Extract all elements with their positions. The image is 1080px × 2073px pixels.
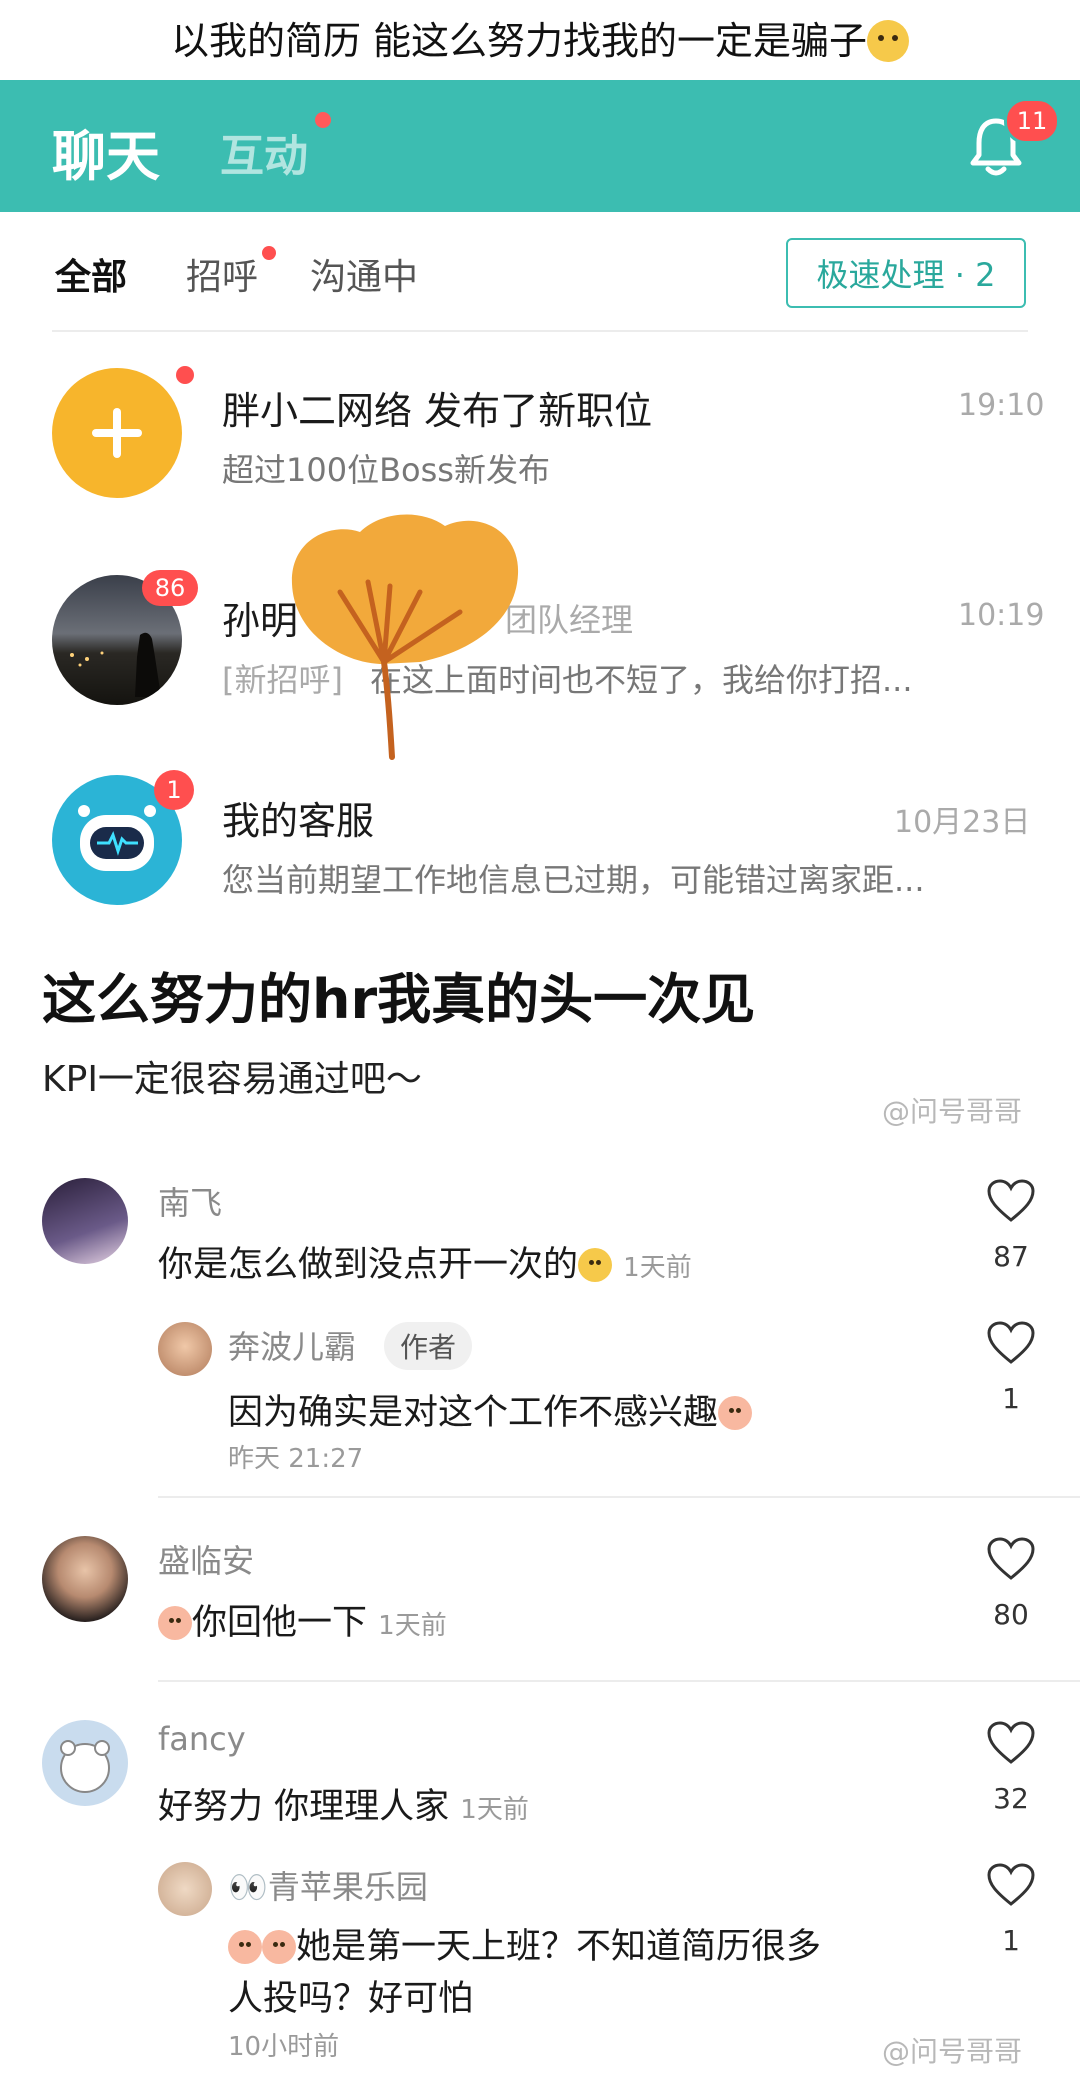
crying-emoji-icon [158,1606,192,1640]
unread-badge: 1 [154,770,194,810]
plus-icon [92,408,142,458]
like-count: 32 [993,1782,1029,1815]
tab-chat[interactable]: 聊天 [52,112,160,191]
comment-author[interactable]: 南飞 [158,1178,222,1224]
tab-interact[interactable]: 互动 [220,120,308,184]
ginkgo-leaf-sticker [291,514,519,760]
divider [52,330,1028,332]
comment-time: 10小时前 [228,2032,340,2062]
comment-text: 你是怎么做到没点开一次的 1天前 [158,1245,692,1285]
avatar[interactable] [42,1178,128,1264]
like-count: 80 [993,1598,1029,1631]
bear-sticker-icon [60,1740,110,1793]
comment-text-line2: 人投吗？好可怕 [228,1979,474,2019]
comment-time: 昨天 21:27 [228,1444,364,1474]
like-count: 87 [993,1240,1029,1273]
interact-notification-dot [315,112,331,128]
comment-text: 因为确实是对这个工作不感兴趣 [228,1384,753,1435]
chat-item[interactable]: 胖小二网络 发布了新职位 超过100位Boss新发布 19:10 [0,350,1080,530]
like-heart-icon[interactable] [986,1862,1036,1908]
bell-badge: 11 [1004,98,1060,144]
chat-time: 10月23日 [894,805,1031,840]
fast-process-button[interactable]: 极速处理 · 2 [786,238,1026,308]
tab-all[interactable]: 全部 [55,248,127,300]
watermark: @问号哥哥 [882,2035,1023,2068]
comment-time: 1天前 [378,1611,447,1641]
chat-subtitle: 超过100位Boss新发布 [222,451,550,489]
crying-emoji-icon [262,1930,296,1964]
unread-badge: 86 [142,570,198,606]
avatar[interactable] [158,1322,212,1376]
comment-author[interactable]: 奔波儿霸 [228,1322,356,1368]
comment-author[interactable]: 👀青苹果乐园 [228,1862,428,1908]
comment-time: 1天前 [460,1795,529,1825]
tab-greeting[interactable]: 招呼 [186,248,258,300]
like-count: 1 [1002,1382,1020,1415]
pear-emoji-icon [578,1248,613,1282]
greeting-dot [262,246,276,260]
avatar [52,368,182,498]
like-heart-icon[interactable] [986,1536,1036,1582]
comment-author[interactable]: fancy [158,1720,246,1758]
app-header: 聊天 互动 11 [0,80,1080,212]
divider [158,1680,1080,1682]
chat-time: 19:10 [958,388,1045,423]
like-heart-icon[interactable] [986,1320,1036,1366]
watermark: @问号哥哥 [882,1095,1023,1128]
divider [158,1496,1080,1498]
post-title: 这么努力的hr我真的头一次见 [42,968,756,1031]
unread-dot [176,366,194,384]
comment-text: 好努力 你理理人家 1天前 [158,1787,529,1827]
post-subtitle: KPI一定很容易通过吧～ [42,1059,422,1100]
avatar[interactable] [42,1720,128,1806]
chat-title: 我的客服 [222,799,375,843]
chat-item[interactable]: 86 孙明 团队经理 [新招呼] 在这上面时间也不短了，我给你打招... 10:… [0,560,1080,740]
like-heart-icon[interactable] [986,1178,1036,1224]
avatar[interactable] [158,1862,212,1916]
crying-emoji-icon [718,1396,753,1430]
post-caption: 以我的简历 能这么努力找我的一定是骗子 [0,10,1080,65]
avatar[interactable] [42,1536,128,1622]
tab-communicating[interactable]: 沟通中 [310,248,418,300]
like-heart-icon[interactable] [986,1720,1036,1766]
comment-text: 她是第一天上班？不知道简历很多 [228,1918,821,1969]
crying-emoji-icon [228,1930,262,1964]
chat-title: 胖小二网络 发布了新职位 [222,389,653,433]
author-tag: 作者 [384,1322,473,1370]
comment-time: 1天前 [623,1253,692,1283]
doge-emoji-icon [867,20,910,62]
chat-item[interactable]: 1 我的客服 您当前期望工作地信息已过期，可能错过离家距... 10月23日 [0,765,1080,945]
like-count: 1 [1002,1924,1020,1957]
comment-text: 你回他一下 1天前 [158,1594,447,1645]
chat-time: 10:19 [958,598,1045,633]
comment-author[interactable]: 盛临安 [158,1536,254,1582]
chat-subtitle: 您当前期望工作地信息已过期，可能错过离家距... [222,861,925,899]
